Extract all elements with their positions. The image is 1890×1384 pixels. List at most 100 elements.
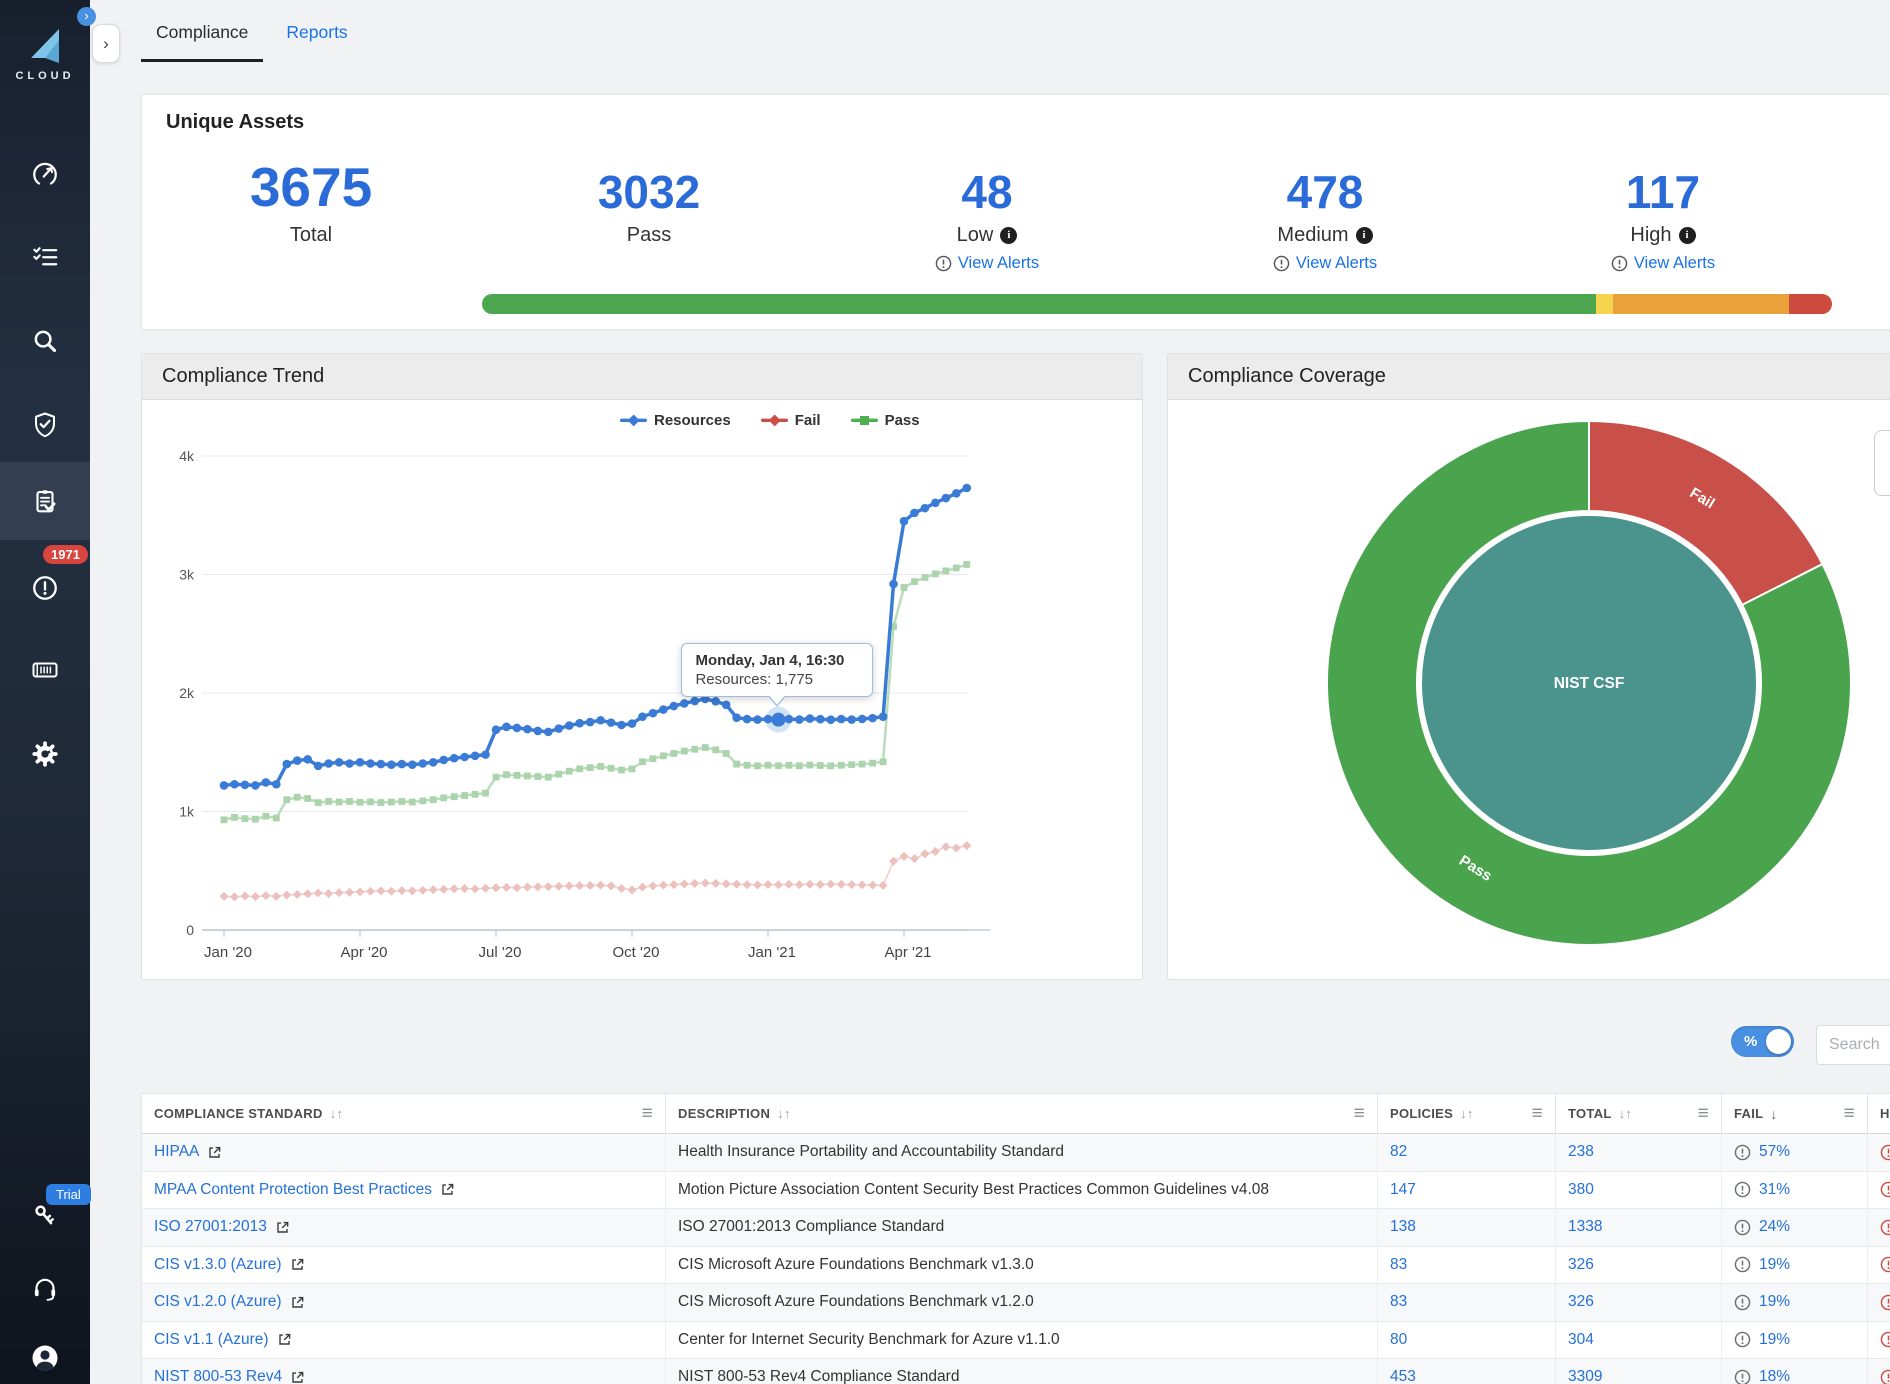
fail-percent[interactable]: 31% bbox=[1759, 1181, 1790, 1199]
standard-link[interactable]: HIPAA bbox=[154, 1143, 199, 1161]
column-menu-icon[interactable]: ≡ bbox=[1844, 1103, 1855, 1125]
column-menu-icon[interactable]: ≡ bbox=[1532, 1103, 1543, 1125]
policies-link[interactable]: 453 bbox=[1390, 1368, 1416, 1384]
fail-percent[interactable]: 19% bbox=[1759, 1293, 1790, 1311]
tab-reports[interactable]: Reports bbox=[271, 12, 362, 62]
stat-medium: 478MediumiView Alerts bbox=[1156, 157, 1494, 273]
alert-circle-icon bbox=[1734, 1369, 1751, 1384]
column-menu-icon[interactable]: ≡ bbox=[1354, 1103, 1365, 1125]
column-label: POLICIES bbox=[1390, 1106, 1453, 1121]
stat-high: 117HighiView Alerts bbox=[1494, 157, 1832, 273]
column-header-compliance-standard[interactable]: COMPLIANCE STANDARD↓↑≡ bbox=[142, 1094, 666, 1134]
sidebar-item-profile[interactable] bbox=[0, 1332, 90, 1384]
sort-arrows-icon[interactable]: ↓↑ bbox=[1619, 1106, 1633, 1121]
fail-percent[interactable]: 19% bbox=[1759, 1331, 1790, 1349]
cell-total: 3309 bbox=[1556, 1359, 1722, 1384]
sidebar-expand-button[interactable]: › bbox=[92, 24, 120, 63]
fail-percent[interactable]: 24% bbox=[1759, 1218, 1790, 1236]
coverage-panel-title: Compliance Coverage bbox=[1168, 354, 1890, 400]
cell-policies: 80 bbox=[1378, 1322, 1556, 1359]
percent-toggle[interactable]: % bbox=[1731, 1026, 1794, 1057]
unique-assets-card: Unique Assets 3675Total3032Pass48LowiVie… bbox=[141, 94, 1890, 330]
standard-link[interactable]: MPAA Content Protection Best Practices bbox=[154, 1181, 432, 1199]
policies-link[interactable]: 138 bbox=[1390, 1218, 1416, 1236]
cell-fail: 19% bbox=[1722, 1322, 1868, 1359]
sidebar-item-search[interactable] bbox=[0, 315, 90, 367]
legend-item-fail[interactable]: Fail bbox=[761, 412, 821, 429]
column-menu-icon[interactable]: ≡ bbox=[642, 1103, 653, 1125]
standard-link[interactable]: CIS v1.2.0 (Azure) bbox=[154, 1293, 282, 1311]
total-link[interactable]: 326 bbox=[1568, 1293, 1594, 1311]
chart-tooltip: Monday, Jan 4, 16:30 Resources: 1,775 bbox=[681, 643, 873, 697]
cell-high bbox=[1868, 1359, 1890, 1384]
svg-text:Apr '20: Apr '20 bbox=[340, 944, 387, 961]
standard-link[interactable]: NIST 800-53 Rev4 bbox=[154, 1368, 282, 1384]
description-text: NIST 800-53 Rev4 Compliance Standard bbox=[678, 1368, 959, 1384]
sidebar-item-policies[interactable] bbox=[0, 231, 90, 283]
sidebar-item-security[interactable] bbox=[0, 399, 90, 451]
total-link[interactable]: 1338 bbox=[1568, 1218, 1602, 1236]
sort-desc-icon[interactable]: ↓ bbox=[1770, 1106, 1777, 1122]
fail-percent[interactable]: 19% bbox=[1759, 1256, 1790, 1274]
cell-policies: 138 bbox=[1378, 1209, 1556, 1246]
info-icon[interactable]: i bbox=[1679, 227, 1696, 244]
sort-arrows-icon[interactable]: ↓↑ bbox=[1460, 1106, 1474, 1121]
view-alerts-link[interactable]: View Alerts bbox=[1273, 254, 1377, 273]
search-input[interactable] bbox=[1816, 1025, 1890, 1065]
cell-high bbox=[1868, 1134, 1890, 1171]
policies-link[interactable]: 83 bbox=[1390, 1293, 1407, 1311]
sidebar-item-dashboard[interactable] bbox=[0, 149, 90, 201]
sidebar-item-containers[interactable] bbox=[0, 644, 90, 696]
policies-link[interactable]: 147 bbox=[1390, 1181, 1416, 1199]
policies-link[interactable]: 80 bbox=[1390, 1331, 1407, 1349]
bar-segment-high bbox=[1789, 294, 1832, 314]
legend-item-resources[interactable]: Resources bbox=[620, 412, 731, 429]
legend-label: Resources bbox=[654, 412, 731, 429]
column-header-h[interactable]: H bbox=[1868, 1094, 1890, 1134]
description-text: ISO 27001:2013 Compliance Standard bbox=[678, 1218, 944, 1236]
sidebar-item-settings[interactable] bbox=[0, 728, 90, 780]
policies-link[interactable]: 83 bbox=[1390, 1256, 1407, 1274]
column-menu-icon[interactable]: ≡ bbox=[1698, 1103, 1709, 1125]
standard-link[interactable]: ISO 27001:2013 bbox=[154, 1218, 267, 1236]
view-alerts-link[interactable]: View Alerts bbox=[1611, 254, 1715, 273]
stat-label: Total bbox=[290, 224, 332, 247]
notification-dot[interactable]: › bbox=[77, 7, 96, 26]
column-header-total[interactable]: TOTAL ↓↑ ≡ bbox=[1556, 1094, 1722, 1134]
clipped-side-control[interactable] bbox=[1874, 430, 1890, 496]
total-link[interactable]: 304 bbox=[1568, 1331, 1594, 1349]
table-row: HIPAAHealth Insurance Portability and Ac… bbox=[142, 1134, 1890, 1172]
sidebar-item-compliance[interactable] bbox=[0, 462, 90, 540]
tab-compliance[interactable]: Compliance bbox=[141, 12, 263, 62]
column-label: TOTAL bbox=[1568, 1106, 1612, 1121]
total-link[interactable]: 326 bbox=[1568, 1256, 1594, 1274]
sidebar-item-support[interactable] bbox=[0, 1262, 90, 1314]
cell-total: 326 bbox=[1556, 1247, 1722, 1284]
alert-circle-icon bbox=[1734, 1256, 1751, 1273]
total-link[interactable]: 238 bbox=[1568, 1143, 1594, 1161]
screen: CLOUD bbox=[0, 0, 1890, 1384]
cell-fail: 57% bbox=[1722, 1134, 1868, 1171]
total-link[interactable]: 380 bbox=[1568, 1181, 1594, 1199]
info-icon[interactable]: i bbox=[1356, 227, 1373, 244]
column-header-description[interactable]: DESCRIPTION↓↑≡ bbox=[666, 1094, 1378, 1134]
info-icon[interactable]: i bbox=[1000, 227, 1017, 244]
compliance-table: COMPLIANCE STANDARD↓↑≡DESCRIPTION↓↑≡POLI… bbox=[141, 1093, 1890, 1384]
alert-circle-icon bbox=[1734, 1219, 1751, 1236]
fail-percent[interactable]: 57% bbox=[1759, 1143, 1790, 1161]
policies-link[interactable]: 82 bbox=[1390, 1143, 1407, 1161]
sort-arrows-icon[interactable]: ↓↑ bbox=[777, 1106, 791, 1121]
total-link[interactable]: 3309 bbox=[1568, 1368, 1602, 1384]
legend-item-pass[interactable]: Pass bbox=[851, 412, 920, 429]
standard-link[interactable]: CIS v1.3.0 (Azure) bbox=[154, 1256, 282, 1274]
sort-arrows-icon[interactable]: ↓↑ bbox=[330, 1106, 344, 1121]
column-header-policies[interactable]: POLICIES ↓↑ ≡ bbox=[1378, 1094, 1556, 1134]
tooltip-title: Monday, Jan 4, 16:30 bbox=[695, 652, 859, 669]
view-alerts-link[interactable]: View Alerts bbox=[935, 254, 1039, 273]
standard-link[interactable]: CIS v1.1 (Azure) bbox=[154, 1331, 269, 1349]
sidebar-item-alerts[interactable] bbox=[0, 562, 90, 614]
fail-percent[interactable]: 18% bbox=[1759, 1368, 1790, 1384]
column-header-fail[interactable]: FAIL↓≡ bbox=[1722, 1094, 1868, 1134]
cell-total: 238 bbox=[1556, 1134, 1722, 1171]
svg-text:Apr '21: Apr '21 bbox=[884, 944, 931, 961]
